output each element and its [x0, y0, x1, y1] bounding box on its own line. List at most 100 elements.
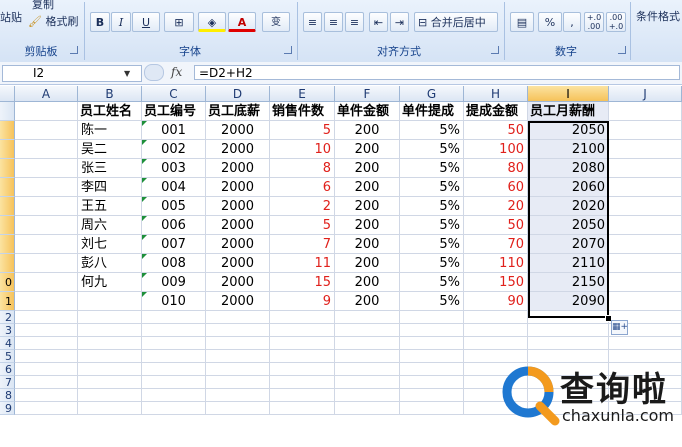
cell-name[interactable]: 何九	[78, 273, 142, 292]
formula-splitter-handle[interactable]	[144, 64, 164, 81]
cell-a[interactable]	[15, 273, 78, 292]
formula-input[interactable]: =D2+H2	[194, 65, 680, 80]
empty-cell[interactable]	[15, 376, 78, 389]
font-launcher-icon[interactable]	[284, 46, 292, 54]
italic-button[interactable]: I	[111, 12, 131, 32]
cell-header-6[interactable]: 提成金额	[464, 102, 528, 121]
cell-commission[interactable]: 50	[464, 121, 528, 140]
cell-qty[interactable]: 2	[270, 197, 335, 216]
row-header[interactable]: 6	[0, 363, 15, 376]
cell-commission[interactable]: 20	[464, 197, 528, 216]
insert-function-button[interactable]: fx	[171, 65, 182, 79]
cell-qty[interactable]: 7	[270, 235, 335, 254]
merge-center-button[interactable]: ⊟ 合并后居中	[414, 12, 498, 32]
cell-salary[interactable]: 2050	[528, 121, 609, 140]
row-header[interactable]	[0, 121, 15, 140]
cell-price[interactable]: 200	[335, 140, 400, 159]
cell-commission[interactable]: 80	[464, 159, 528, 178]
decrease-indent-button[interactable]: ⇤	[369, 12, 388, 32]
empty-cell[interactable]	[78, 389, 142, 402]
cell-name[interactable]: 吴二	[78, 140, 142, 159]
cell-rate[interactable]: 5%	[400, 216, 464, 235]
name-box[interactable]: I2	[2, 65, 142, 82]
cell-price[interactable]: 200	[335, 273, 400, 292]
cell-j[interactable]	[609, 216, 682, 235]
cell-base[interactable]: 2000	[206, 159, 270, 178]
cell-id[interactable]: 010	[142, 292, 206, 311]
row-header[interactable]: 3	[0, 324, 15, 337]
row-header[interactable]: 5	[0, 350, 15, 363]
select-all-corner[interactable]	[0, 86, 15, 102]
cell-price[interactable]: 200	[335, 178, 400, 197]
empty-cell[interactable]	[400, 324, 464, 337]
underline-button[interactable]: U	[132, 12, 160, 32]
empty-cell[interactable]	[15, 337, 78, 350]
cell-commission[interactable]: 60	[464, 178, 528, 197]
cell-rate[interactable]: 5%	[400, 254, 464, 273]
empty-cell[interactable]	[464, 311, 528, 324]
percent-button[interactable]: %	[538, 12, 562, 32]
cell-price[interactable]: 200	[335, 121, 400, 140]
cell-a[interactable]	[15, 216, 78, 235]
cell-salary[interactable]: 2060	[528, 178, 609, 197]
row-header[interactable]	[0, 197, 15, 216]
empty-cell[interactable]	[335, 389, 400, 402]
cell-a[interactable]	[15, 159, 78, 178]
font-color-button[interactable]: A	[228, 12, 256, 32]
cell-commission[interactable]: 70	[464, 235, 528, 254]
column-header-h[interactable]: H	[464, 86, 528, 102]
row-header[interactable]: 4	[0, 337, 15, 350]
cell-price[interactable]: 200	[335, 235, 400, 254]
clipboard-launcher-icon[interactable]	[70, 46, 78, 54]
cell-salary[interactable]: 2070	[528, 235, 609, 254]
empty-cell[interactable]	[142, 402, 206, 415]
row-header[interactable]	[0, 178, 15, 197]
empty-cell[interactable]	[270, 311, 335, 324]
empty-cell[interactable]	[78, 337, 142, 350]
column-header-f[interactable]: F	[335, 86, 400, 102]
cell-j[interactable]	[609, 292, 682, 311]
column-header-d[interactable]: D	[206, 86, 270, 102]
empty-cell[interactable]	[15, 324, 78, 337]
cell-header-0[interactable]: 员工姓名	[78, 102, 142, 121]
row-header[interactable]	[0, 216, 15, 235]
empty-cell[interactable]	[400, 389, 464, 402]
cell-name[interactable]: 刘七	[78, 235, 142, 254]
row-header[interactable]	[0, 159, 15, 178]
cell-qty[interactable]: 9	[270, 292, 335, 311]
empty-cell[interactable]	[400, 376, 464, 389]
cell-rate[interactable]: 5%	[400, 178, 464, 197]
cell-base[interactable]: 2000	[206, 273, 270, 292]
align-center-button[interactable]: ≡	[324, 12, 343, 32]
alignment-launcher-icon[interactable]	[491, 46, 499, 54]
empty-cell[interactable]	[335, 363, 400, 376]
conditional-format-button[interactable]: 条件格式	[636, 8, 680, 24]
cell-base[interactable]: 2000	[206, 178, 270, 197]
cell-commission[interactable]: 90	[464, 292, 528, 311]
cell-qty[interactable]: 10	[270, 140, 335, 159]
name-box-dropdown-icon[interactable]: ▼	[124, 69, 130, 78]
empty-cell[interactable]	[206, 363, 270, 376]
cell-qty[interactable]: 11	[270, 254, 335, 273]
cell-qty[interactable]: 5	[270, 216, 335, 235]
empty-cell[interactable]	[206, 402, 270, 415]
cell-base[interactable]: 2000	[206, 216, 270, 235]
column-header-g[interactable]: G	[400, 86, 464, 102]
cell-name[interactable]: 张三	[78, 159, 142, 178]
cell-a[interactable]	[15, 121, 78, 140]
empty-cell[interactable]	[528, 324, 609, 337]
cell-rate[interactable]: 5%	[400, 197, 464, 216]
cell-salary[interactable]: 2150	[528, 273, 609, 292]
empty-cell[interactable]	[464, 337, 528, 350]
cell-j[interactable]	[609, 140, 682, 159]
column-header-a[interactable]: A	[15, 86, 78, 102]
row-header[interactable]	[0, 102, 15, 121]
empty-cell[interactable]	[142, 363, 206, 376]
cell-j[interactable]	[609, 254, 682, 273]
column-header-i[interactable]: I	[528, 86, 609, 102]
empty-cell[interactable]	[206, 350, 270, 363]
cell-salary[interactable]: 2050	[528, 216, 609, 235]
empty-cell[interactable]	[464, 324, 528, 337]
empty-cell[interactable]	[400, 337, 464, 350]
cell-salary[interactable]: 2080	[528, 159, 609, 178]
